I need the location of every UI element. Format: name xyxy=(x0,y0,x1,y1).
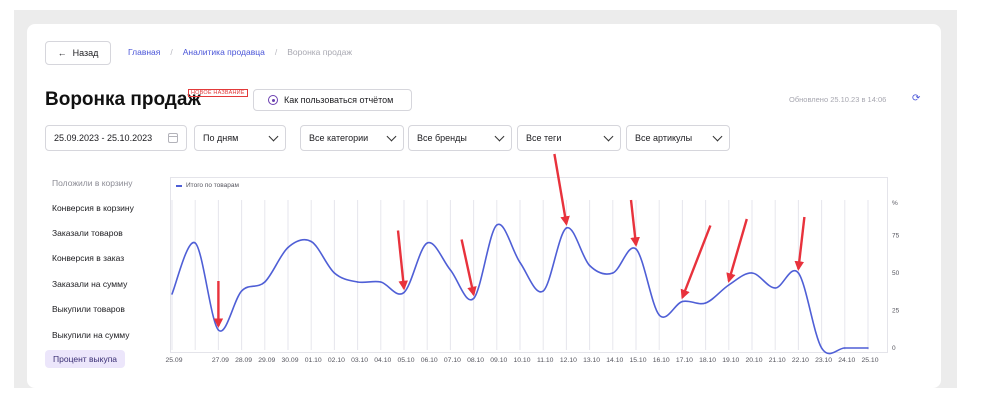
x-tick-label: 18.10 xyxy=(699,357,716,364)
data-point xyxy=(565,227,568,229)
data-point xyxy=(844,347,846,349)
data-point xyxy=(171,293,173,295)
data-point xyxy=(820,347,823,349)
x-tick-label: 09.10 xyxy=(490,357,507,364)
annotation-arrow xyxy=(553,153,570,226)
x-tick-label: 28.09 xyxy=(235,357,252,364)
data-point xyxy=(356,281,359,283)
data-point xyxy=(240,290,243,292)
x-tick-label: 08.10 xyxy=(467,357,484,364)
data-point xyxy=(426,242,429,244)
data-point xyxy=(751,272,753,274)
x-tick-label: 06.10 xyxy=(421,357,438,364)
data-point xyxy=(588,264,591,267)
annotation-arrow xyxy=(726,218,748,283)
x-tick-label: 14.10 xyxy=(606,357,623,364)
data-point xyxy=(542,290,544,292)
x-tick-label: 04.10 xyxy=(374,357,391,364)
annotation-arrow xyxy=(629,199,640,247)
x-tick-label: 15.10 xyxy=(629,357,646,364)
y-unit-label: % xyxy=(892,200,898,207)
x-tick-label: 23.10 xyxy=(815,357,832,364)
data-point xyxy=(774,287,776,289)
y-tick-label: 50 xyxy=(892,270,900,277)
annotation-arrow xyxy=(794,216,806,271)
data-point xyxy=(658,314,660,316)
data-point xyxy=(704,302,707,304)
x-tick-label: 25.10 xyxy=(861,357,878,364)
x-tick-label: 02.10 xyxy=(328,357,345,364)
data-point xyxy=(728,284,730,286)
x-tick-label: 21.10 xyxy=(769,357,786,364)
data-point xyxy=(310,240,313,243)
y-tick-label: 0 xyxy=(892,345,896,352)
data-point xyxy=(635,248,637,250)
x-tick-label: 27.09 xyxy=(212,357,229,364)
x-tick-label: 07.10 xyxy=(444,357,461,364)
annotation-arrow xyxy=(460,239,477,297)
data-point xyxy=(333,272,336,274)
x-tick-label: 13.10 xyxy=(583,357,600,364)
data-point xyxy=(287,246,289,249)
data-point xyxy=(472,297,475,300)
data-point xyxy=(403,291,405,294)
annotation-arrow xyxy=(396,230,408,291)
x-tick-label: 01.10 xyxy=(305,357,322,364)
x-tick-label: 05.10 xyxy=(397,357,414,364)
x-tick-label: 10.10 xyxy=(513,357,530,364)
data-point xyxy=(681,300,684,303)
data-point xyxy=(217,329,220,331)
y-tick-label: 25 xyxy=(892,308,900,315)
x-tick-label: 11.10 xyxy=(537,357,554,364)
data-point xyxy=(867,347,869,349)
annotation-arrow xyxy=(680,225,712,300)
x-tick-label: 24.10 xyxy=(838,357,855,364)
y-tick-label: 75 xyxy=(892,233,900,240)
x-tick-label: 20.10 xyxy=(745,357,762,364)
x-tick-label: 16.10 xyxy=(653,357,670,364)
x-tick-label: 30.09 xyxy=(281,357,298,364)
data-point xyxy=(380,281,382,283)
data-point xyxy=(449,269,452,271)
x-tick-label: 22.10 xyxy=(792,357,809,364)
data-point xyxy=(519,261,521,264)
x-tick-label: 19.10 xyxy=(722,357,739,364)
data-point xyxy=(496,224,498,226)
line-chart: 25.09 27.09 28.09 29.09 30.09 01.10 02.10 03.10… xyxy=(165,153,900,364)
x-tick-label: 29.09 xyxy=(258,357,275,364)
data-point xyxy=(797,272,800,274)
x-tick-label: 03.10 xyxy=(351,357,368,364)
data-point xyxy=(612,272,614,274)
x-tick-label: 25.09 xyxy=(165,357,182,364)
data-point xyxy=(194,242,196,244)
x-tick-label: 12.10 xyxy=(560,357,577,364)
data-point xyxy=(264,281,266,283)
x-tick-label: 17.10 xyxy=(676,357,693,364)
